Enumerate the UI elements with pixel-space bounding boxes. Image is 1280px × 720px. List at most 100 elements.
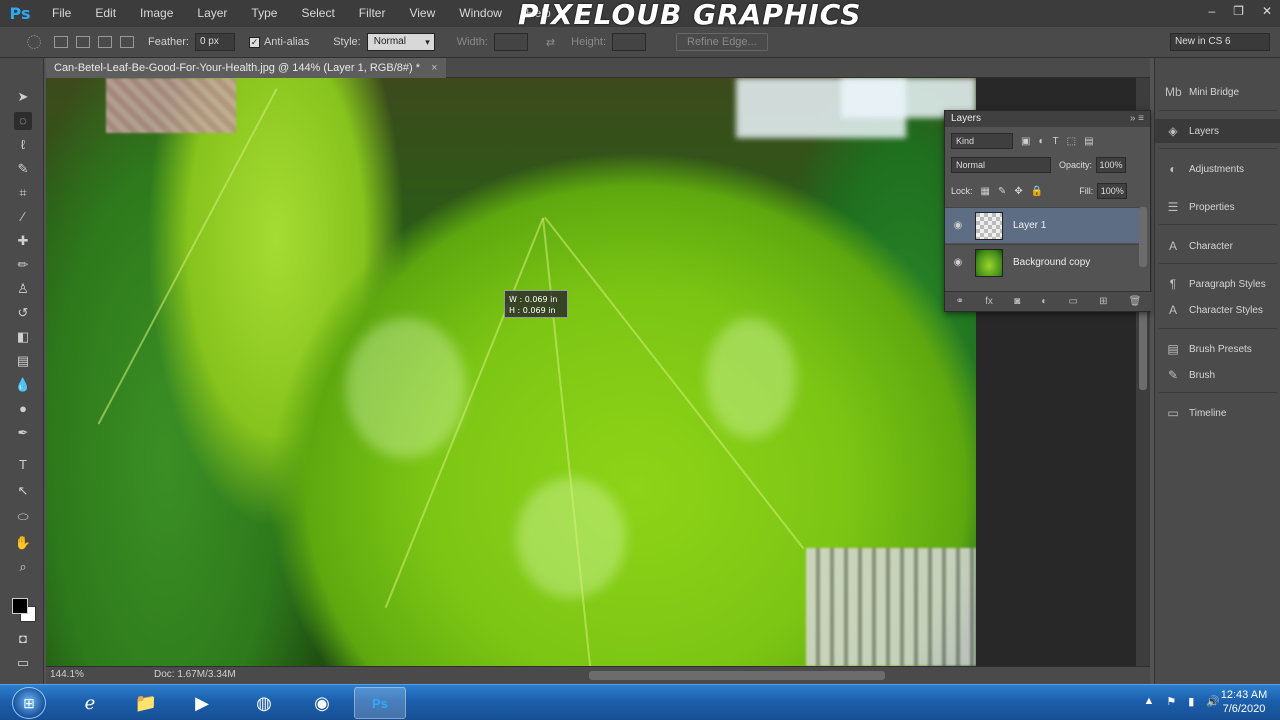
- gradient-tool-icon[interactable]: ▤: [14, 352, 32, 370]
- path-selection-tool-icon[interactable]: ↖: [14, 482, 32, 500]
- dock-properties[interactable]: ☰ Properties: [1155, 195, 1280, 219]
- photoshop-taskbar-icon[interactable]: Ps: [354, 687, 406, 719]
- elliptical-marquee-tool-icon[interactable]: ◌: [14, 112, 32, 130]
- move-tool-icon[interactable]: ➤: [14, 88, 32, 106]
- ellipse-tool-icon[interactable]: ⬭: [14, 508, 32, 526]
- start-button[interactable]: ⊞: [12, 687, 46, 719]
- vertical-scroll-thumb[interactable]: [1139, 310, 1147, 390]
- betel-leaf-photo[interactable]: [46, 78, 976, 666]
- crop-tool-icon[interactable]: ⌗: [14, 184, 32, 202]
- dock-layers[interactable]: ◈ Layers: [1155, 119, 1280, 143]
- show-hidden-icons-icon[interactable]: ▲: [1143, 695, 1154, 708]
- internet-explorer-icon[interactable]: ℯ: [64, 687, 116, 719]
- width-input[interactable]: [493, 33, 528, 51]
- subtract-selection-icon[interactable]: [98, 36, 112, 48]
- workspace-select[interactable]: New in CS 6: [1170, 33, 1270, 51]
- action-center-icon[interactable]: ⚑: [1166, 695, 1176, 708]
- link-layers-icon[interactable]: ⚭: [956, 296, 964, 307]
- taskbar-clock[interactable]: 12:43 AM 7/6/2020: [1216, 688, 1272, 716]
- quick-selection-tool-icon[interactable]: ✎: [14, 160, 32, 178]
- eraser-tool-icon[interactable]: ◧: [14, 328, 32, 346]
- horizontal-scroll-thumb[interactable]: [589, 671, 885, 680]
- menu-image[interactable]: Image: [128, 0, 185, 26]
- menu-layer[interactable]: Layer: [185, 0, 239, 26]
- document-tab[interactable]: Can-Betel-Leaf-Be-Good-For-Your-Health.j…: [46, 58, 446, 78]
- screen-mode-icon[interactable]: ▭: [14, 654, 32, 672]
- hand-tool-icon[interactable]: ✋: [14, 534, 32, 552]
- dock-character-styles[interactable]: A Character Styles: [1155, 298, 1280, 322]
- style-select[interactable]: Normal: [366, 33, 435, 51]
- dodge-tool-icon[interactable]: ●: [14, 400, 32, 418]
- media-player-icon[interactable]: ▶: [176, 687, 228, 719]
- zoom-level[interactable]: 144.1%: [50, 669, 84, 680]
- dock-paragraph-styles[interactable]: ¶ Paragraph Styles: [1155, 272, 1280, 296]
- layer-row-background-copy[interactable]: ◉ Background copy: [945, 244, 1139, 280]
- type-tool-icon[interactable]: T: [14, 456, 32, 474]
- foreground-color-swatch[interactable]: [12, 598, 28, 614]
- file-explorer-icon[interactable]: 📁: [120, 687, 172, 719]
- firefox-icon[interactable]: ◍: [238, 687, 290, 719]
- lock-position-icon[interactable]: ✥: [1014, 186, 1022, 197]
- menu-view[interactable]: View: [397, 0, 447, 26]
- dock-brush-presets[interactable]: ▤ Brush Presets: [1155, 337, 1280, 361]
- panel-menu-icon[interactable]: » ≡: [1130, 111, 1144, 127]
- intersect-selection-icon[interactable]: [120, 36, 134, 48]
- new-group-icon[interactable]: ▭: [1068, 296, 1077, 307]
- refine-edge-button[interactable]: Refine Edge...: [676, 33, 768, 51]
- menu-select[interactable]: Select: [289, 0, 346, 26]
- feather-input[interactable]: 0 px: [194, 33, 235, 51]
- lock-transparent-icon[interactable]: ▦: [981, 186, 990, 197]
- chrome-icon[interactable]: ◉: [296, 687, 348, 719]
- add-mask-icon[interactable]: ◙: [1014, 296, 1020, 307]
- dock-adjustments[interactable]: ◐ Adjustments: [1155, 157, 1280, 181]
- layer-row-layer-1[interactable]: ◉ Layer 1: [945, 207, 1139, 243]
- filter-type-icon[interactable]: T: [1053, 136, 1059, 147]
- pen-tool-icon[interactable]: ✒: [14, 424, 32, 442]
- lock-all-icon[interactable]: 🔒: [1031, 186, 1043, 197]
- menu-edit[interactable]: Edit: [83, 0, 128, 26]
- dock-mini-bridge[interactable]: Mb Mini Bridge: [1155, 80, 1280, 104]
- fill-input[interactable]: 100%: [1097, 183, 1128, 199]
- add-to-selection-icon[interactable]: [76, 36, 90, 48]
- restore-button[interactable]: ❐: [1233, 4, 1244, 18]
- filter-shape-icon[interactable]: ⬚: [1067, 136, 1076, 147]
- opacity-input[interactable]: 100%: [1096, 157, 1127, 173]
- visibility-eye-icon[interactable]: ◉: [949, 220, 967, 231]
- delete-layer-icon[interactable]: 🗑: [1129, 296, 1142, 307]
- layer-style-icon[interactable]: fx: [985, 296, 993, 307]
- blur-tool-icon[interactable]: 💧: [14, 376, 32, 394]
- document-size[interactable]: Doc: 1.67M/3.34M: [154, 669, 236, 680]
- close-button[interactable]: ✕: [1262, 4, 1272, 18]
- network-icon[interactable]: ▮: [1188, 695, 1194, 708]
- close-document-icon[interactable]: ×: [431, 62, 437, 74]
- height-input[interactable]: [612, 33, 646, 51]
- zoom-tool-icon[interactable]: ⌕: [14, 558, 32, 576]
- layers-scroll-thumb[interactable]: [1139, 207, 1147, 267]
- filter-smart-object-icon[interactable]: ▤: [1084, 136, 1093, 147]
- menu-window[interactable]: Window: [447, 0, 514, 26]
- menu-filter[interactable]: Filter: [347, 0, 398, 26]
- minimize-button[interactable]: –: [1208, 4, 1215, 18]
- lock-pixels-icon[interactable]: ✎: [998, 186, 1006, 197]
- eyedropper-tool-icon[interactable]: ⁄: [14, 208, 32, 226]
- quick-mask-icon[interactable]: ◘: [14, 630, 32, 648]
- antialias-checkbox[interactable]: ✓: [248, 36, 260, 48]
- visibility-eye-icon[interactable]: ◉: [949, 257, 967, 268]
- layer-name[interactable]: Layer 1: [1013, 220, 1046, 231]
- filter-pixel-icon[interactable]: ▣: [1021, 136, 1030, 147]
- layer-name[interactable]: Background copy: [1013, 257, 1090, 268]
- new-layer-icon[interactable]: ⊞: [1099, 296, 1107, 307]
- lasso-tool-icon[interactable]: ℓ: [14, 136, 32, 154]
- clone-stamp-tool-icon[interactable]: ♙: [14, 280, 32, 298]
- layers-panel-header[interactable]: Layers » ≡: [945, 111, 1150, 127]
- filter-adjustment-icon[interactable]: ◐: [1038, 136, 1044, 147]
- layer-kind-filter[interactable]: Kind: [951, 133, 1013, 149]
- menu-file[interactable]: File: [40, 0, 83, 26]
- brush-tool-icon[interactable]: ✏: [14, 256, 32, 274]
- elliptical-marquee-preset-icon[interactable]: [27, 35, 41, 49]
- menu-type[interactable]: Type: [239, 0, 289, 26]
- dock-brush[interactable]: ✎ Brush: [1155, 363, 1280, 387]
- healing-brush-tool-icon[interactable]: ✚: [14, 232, 32, 250]
- dock-timeline[interactable]: ▭ Timeline: [1155, 401, 1280, 425]
- history-brush-tool-icon[interactable]: ↺: [14, 304, 32, 322]
